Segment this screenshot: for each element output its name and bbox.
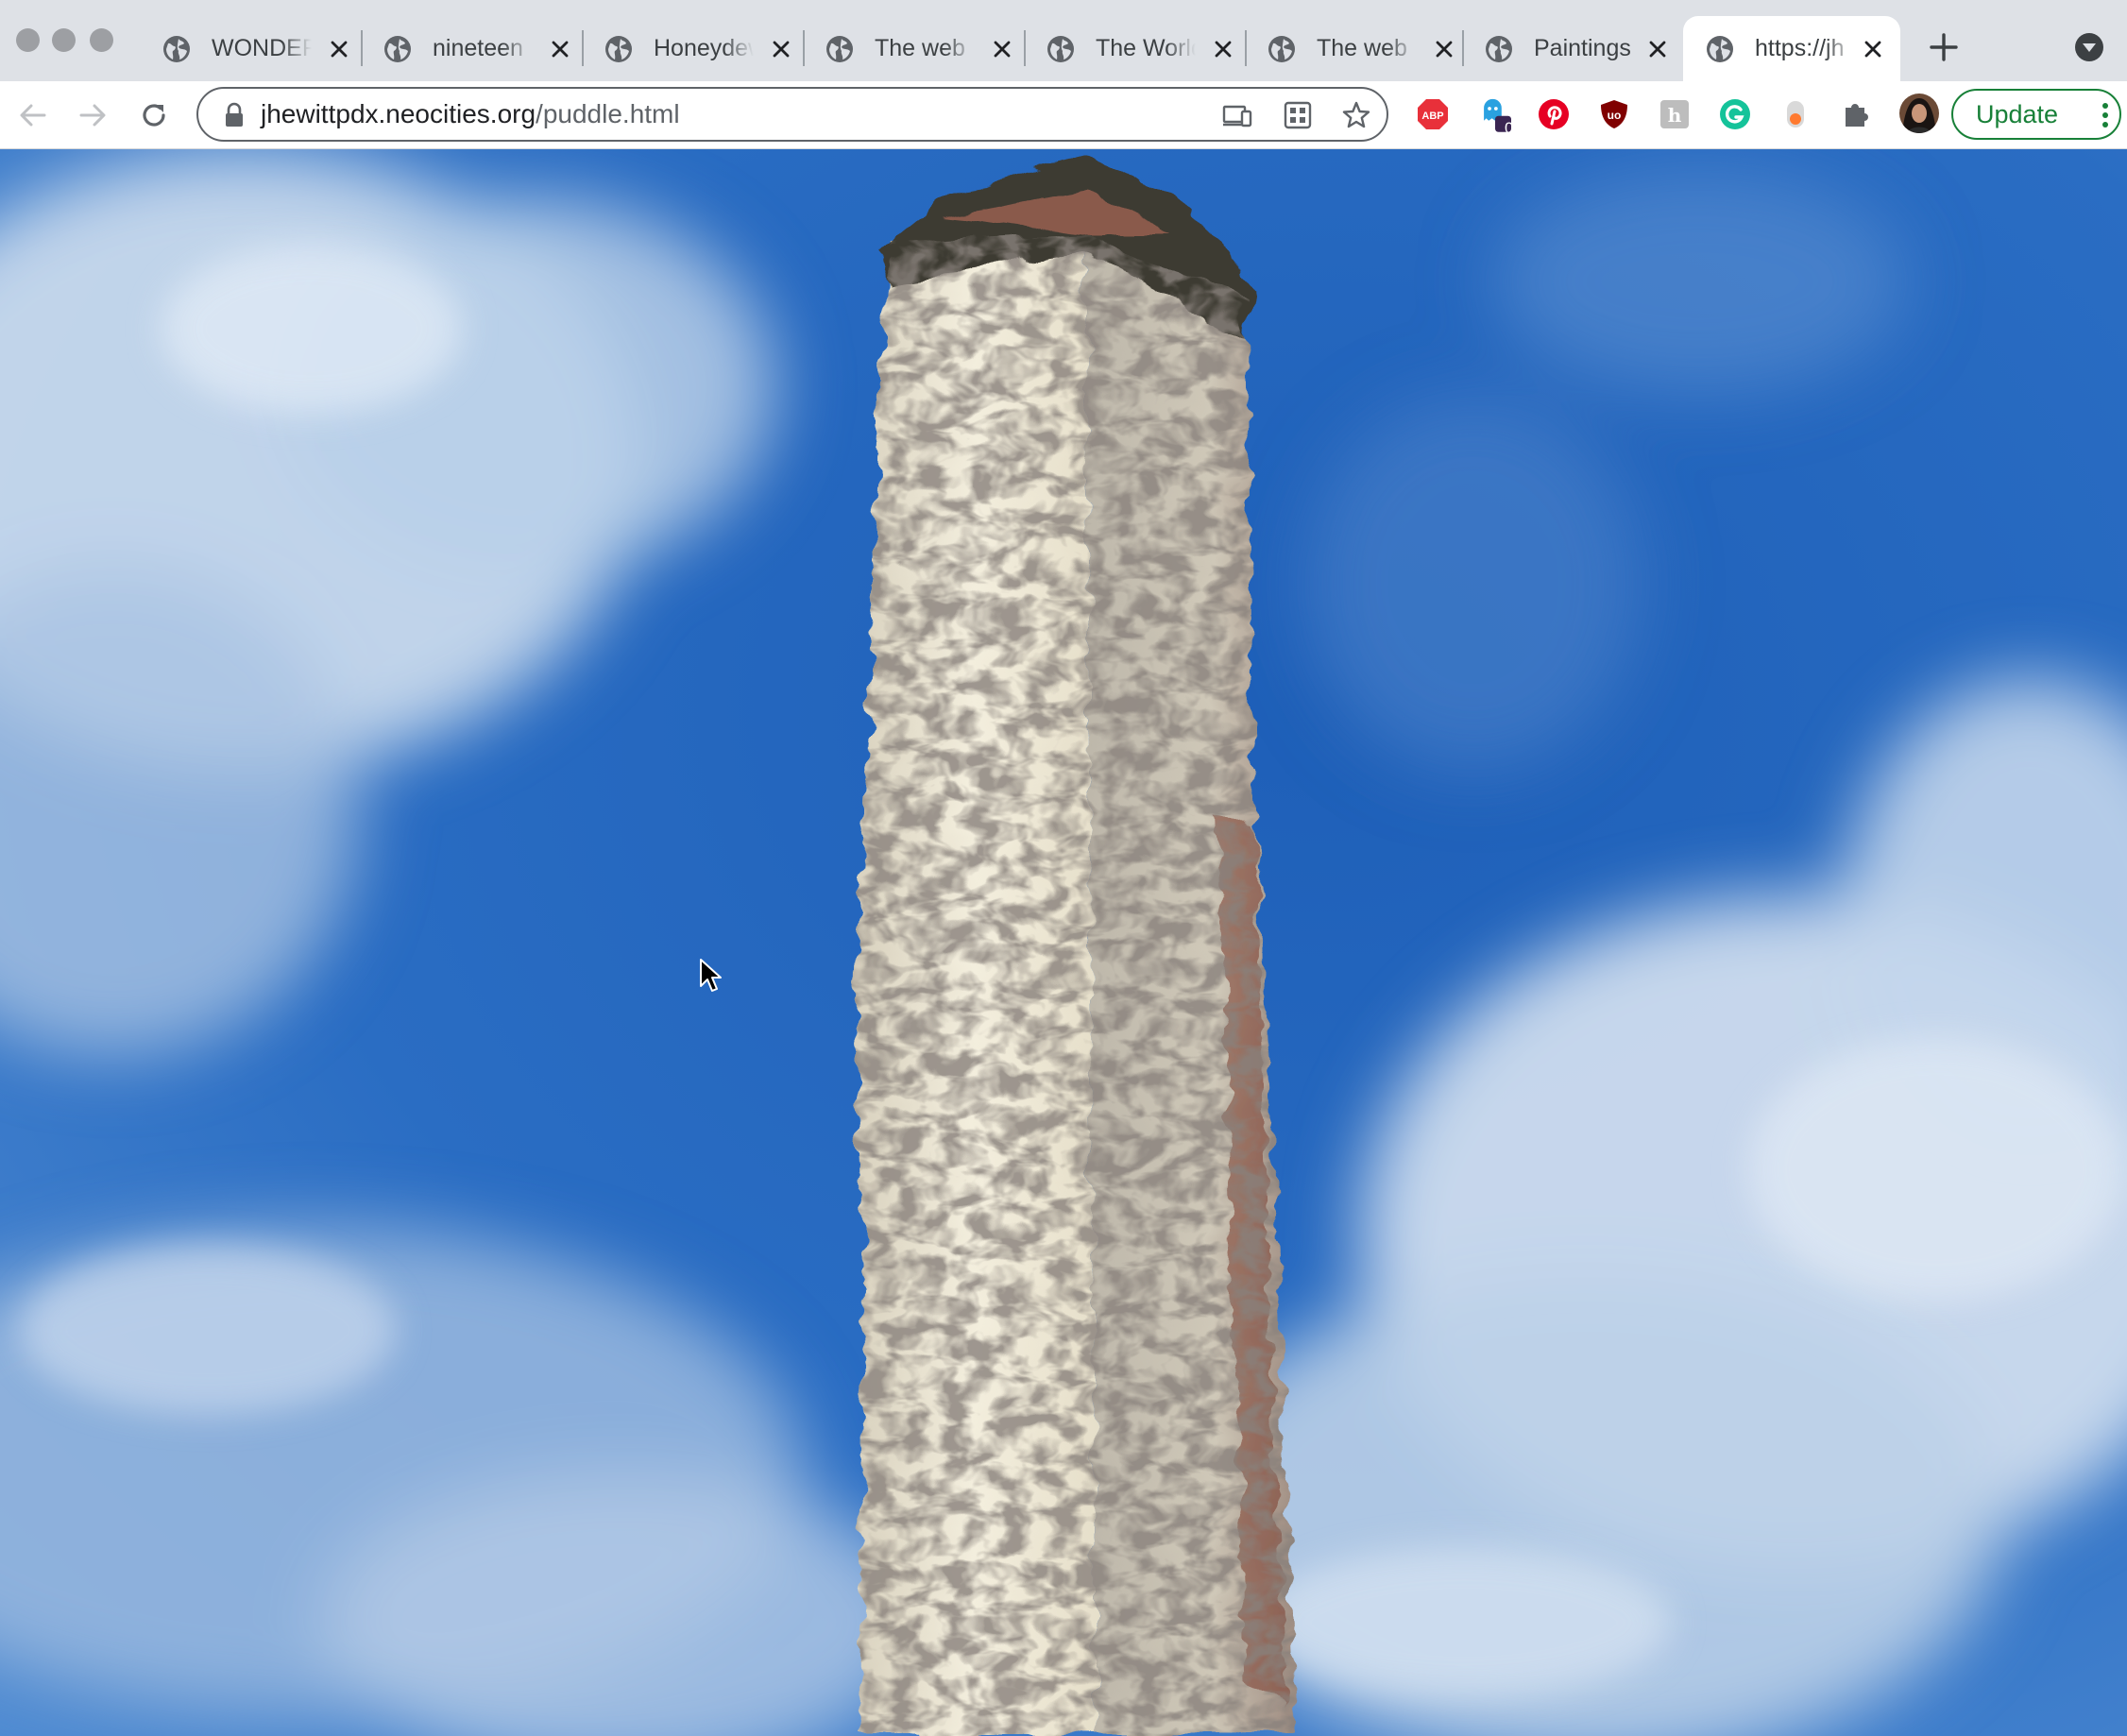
tab-title: The web (875, 35, 965, 61)
adblock-plus-icon: ABP (1418, 99, 1448, 129)
tab-close-button[interactable] (769, 37, 793, 61)
extensions-puzzle-icon (1846, 104, 1868, 127)
qr-code-button[interactable] (1283, 100, 1313, 130)
arrow-left-icon (20, 104, 46, 127)
close-icon (1649, 41, 1666, 57)
plus-icon (1930, 33, 1958, 61)
tab-title: WONDER (212, 35, 312, 61)
chevron-down-circle-icon (2075, 33, 2103, 61)
url-path: /puddle.html (536, 99, 680, 128)
url-host: jhewittpdx.neocities.org (261, 99, 536, 128)
close-icon (773, 41, 790, 57)
tab-close-button[interactable] (990, 37, 1014, 61)
tab-strip: WONDER nineteen Honeydew The web The World Th… (0, 0, 2127, 81)
globe-icon (1268, 35, 1295, 62)
tab[interactable]: nineteen (383, 16, 572, 81)
qr-code-icon (1284, 101, 1312, 129)
globe-icon (605, 35, 632, 62)
reload-icon (143, 104, 165, 127)
tab[interactable]: The web (825, 16, 1014, 81)
svg-text:ABP: ABP (1421, 111, 1443, 122)
globe-icon (384, 35, 411, 62)
svg-text:h: h (1668, 104, 1682, 127)
toggl-extension[interactable] (1779, 98, 1812, 130)
tab-separator (1024, 30, 1026, 66)
star-icon (1342, 101, 1370, 128)
reload-button[interactable] (137, 98, 171, 132)
address-bar[interactable]: jhewittpdx.neocities.org/puddle.html (196, 87, 1388, 142)
adblock-plus-extension[interactable]: ABP (1417, 98, 1449, 130)
pinterest-extension[interactable] (1538, 98, 1570, 130)
avatar (1899, 94, 1939, 133)
tab[interactable]: The World (1046, 16, 1235, 81)
page-content[interactable] (0, 149, 2127, 1736)
new-tab-button[interactable] (1927, 30, 1961, 64)
tab-separator (1462, 30, 1464, 66)
tab-separator (361, 30, 363, 66)
tab[interactable]: The web (1268, 16, 1456, 81)
globe-icon (826, 35, 853, 62)
tab-active[interactable]: https://jh (1706, 16, 1885, 81)
window-zoom-button[interactable] (90, 28, 113, 52)
honey-icon: h (1660, 100, 1689, 128)
toggl-icon (1787, 101, 1804, 128)
tab[interactable]: WONDER (162, 16, 351, 81)
tab-separator (582, 30, 584, 66)
bookmark-star-button[interactable] (1341, 100, 1371, 130)
close-icon (1436, 41, 1453, 57)
ublock-origin-icon: uo (1601, 100, 1627, 128)
window-close-button[interactable] (16, 28, 40, 52)
honey-extension[interactable]: h (1659, 98, 1691, 130)
cast-button[interactable] (1222, 100, 1252, 130)
globe-icon (1047, 35, 1074, 62)
tab-title: https://jh (1755, 35, 1845, 61)
puddle-reflection-image[interactable] (0, 149, 2127, 1736)
update-button[interactable]: Update (1951, 89, 2121, 140)
tab-close-button[interactable] (1432, 37, 1456, 61)
window-minimize-button[interactable] (52, 28, 76, 52)
tab-title: The World (1096, 35, 1196, 61)
ghostery-extension[interactable]: 0 (1479, 98, 1513, 137)
tab-title: Paintings (1534, 35, 1631, 61)
tab-close-button[interactable] (548, 37, 572, 61)
tab-close-button[interactable] (1645, 37, 1670, 61)
tab-close-button[interactable] (1861, 37, 1885, 61)
more-vertical-icon[interactable] (2101, 102, 2110, 128)
svg-text:uo: uo (1608, 109, 1622, 122)
forward-button[interactable] (76, 98, 110, 132)
devices-icon (1222, 105, 1252, 128)
lock-icon[interactable] (223, 102, 246, 128)
back-button[interactable] (16, 98, 50, 132)
tab-separator (1245, 30, 1247, 66)
close-icon (552, 41, 569, 57)
grammarly-icon (1720, 99, 1750, 129)
mouse-cursor-icon (700, 959, 722, 992)
tab[interactable]: Honeydew (604, 16, 793, 81)
close-icon (331, 41, 348, 57)
arrow-right-icon (79, 104, 106, 127)
tab-separator (803, 30, 805, 66)
globe-icon (1707, 35, 1733, 62)
close-icon (1215, 41, 1232, 57)
tab-close-button[interactable] (327, 37, 351, 61)
extensions-menu-button[interactable] (1840, 98, 1872, 130)
update-button-label: Update (1976, 99, 2059, 128)
close-icon (994, 41, 1011, 57)
ublock-origin-extension[interactable]: uo (1598, 98, 1630, 130)
tab-search-button[interactable] (2074, 32, 2104, 62)
globe-icon (1486, 35, 1512, 62)
grammarly-extension[interactable] (1719, 98, 1751, 130)
tab-close-button[interactable] (1211, 37, 1235, 61)
tab-title: nineteen (433, 35, 523, 61)
profile-avatar-button[interactable] (1898, 93, 1940, 134)
globe-icon (163, 35, 190, 62)
close-icon (1864, 41, 1881, 57)
pinterest-icon (1539, 99, 1569, 129)
tab[interactable]: Paintings (1485, 16, 1670, 81)
ghostery-badge-count: 0 (1505, 119, 1514, 137)
tab-title: The web (1317, 35, 1407, 61)
browser-window: WONDER nineteen Honeydew The web The World Th… (0, 0, 2127, 1736)
url-text[interactable]: jhewittpdx.neocities.org/puddle.html (261, 99, 680, 129)
tab-title: Honeydew (654, 35, 754, 61)
